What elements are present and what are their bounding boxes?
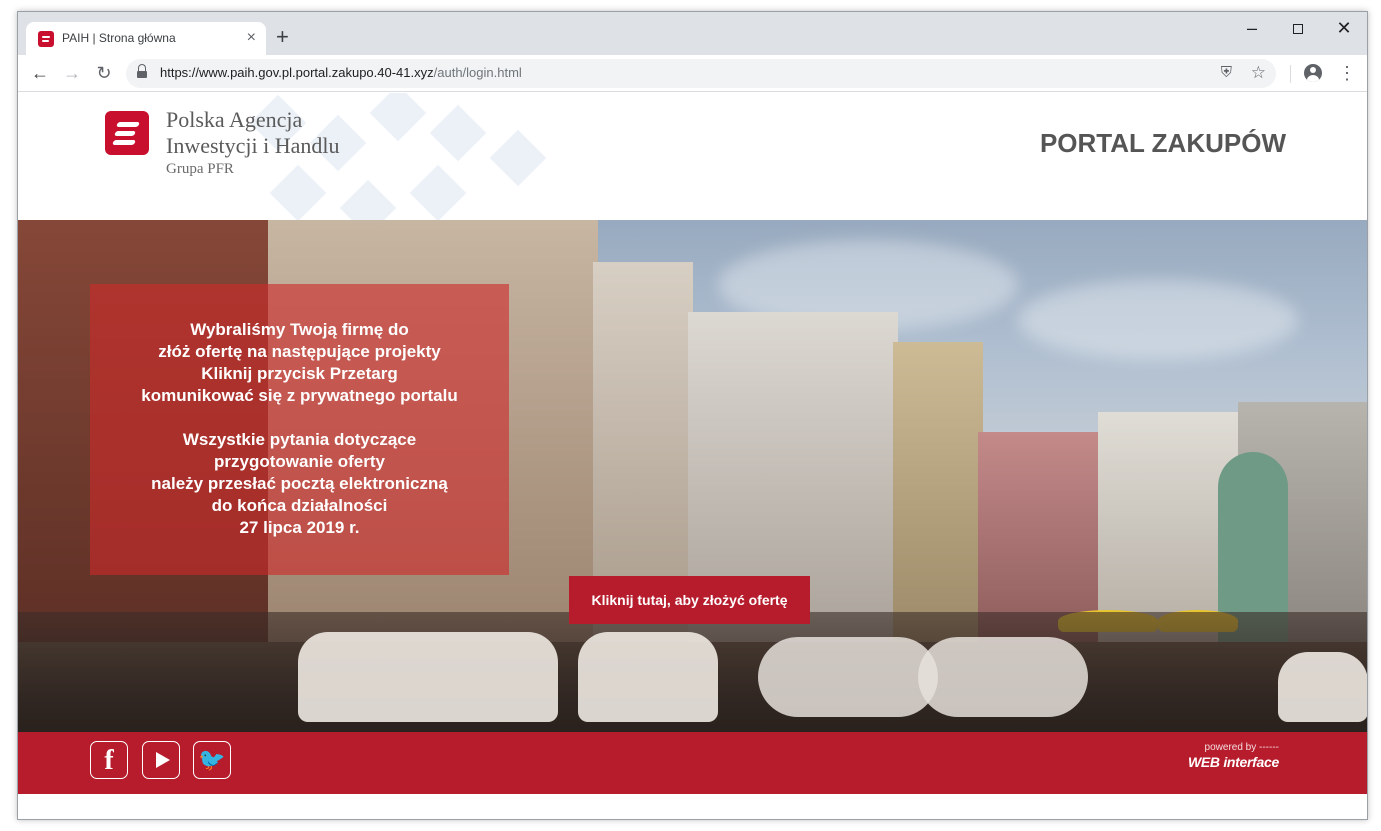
org-group: Grupa PFR (166, 161, 234, 177)
powered-by-label: powered by ------ (1204, 742, 1279, 753)
bookmark-star-icon[interactable]: ☆ (1251, 63, 1266, 83)
org-name-line2: Inwestycji i Handlu (166, 133, 340, 158)
submit-offer-button[interactable]: Kliknij tutaj, aby złożyć ofertę (569, 576, 810, 624)
browser-toolbar: ← → ↻ https://www.paih.gov.pl.portal.zak… (18, 55, 1367, 92)
profile-avatar-icon[interactable] (1304, 64, 1322, 82)
paih-favicon-icon (38, 31, 54, 47)
minimize-button[interactable]: – (1229, 16, 1275, 40)
org-name[interactable]: Polska Agencja Inwestycji i Handlu (166, 107, 340, 159)
url-host: https://www.paih.gov.pl.portal.zakupo.40… (160, 65, 434, 80)
maximize-button[interactable] (1275, 16, 1321, 40)
lock-icon[interactable] (137, 64, 147, 79)
toolbar-divider (1290, 65, 1291, 83)
page-bottom-spacer (18, 794, 1367, 819)
tab-title: PAIH | Strona główna (62, 31, 176, 45)
blocked-content-shield-icon[interactable]: ⛨ (1221, 63, 1232, 83)
url-path: /auth/login.html (433, 65, 522, 80)
page-content: Polska Agencja Inwestycji i Handlu Grupa… (18, 93, 1367, 819)
twitter-icon[interactable]: 🐦 (193, 741, 231, 779)
reload-button[interactable]: ↻ (91, 60, 117, 86)
tab-strip: PAIH | Strona główna × + – ✕ (18, 12, 1367, 55)
paih-logo-icon[interactable] (105, 111, 149, 155)
site-header: Polska Agencja Inwestycji i Handlu Grupa… (18, 93, 1367, 237)
maximize-icon (1293, 24, 1303, 34)
facebook-icon[interactable]: f (90, 741, 128, 779)
org-name-line1: Polska Agencja (166, 107, 303, 132)
address-bar[interactable]: https://www.paih.gov.pl.portal.zakupo.40… (126, 59, 1276, 88)
close-window-button[interactable]: ✕ (1321, 16, 1367, 40)
browser-menu-icon[interactable]: ⋮ (1338, 61, 1356, 85)
back-button[interactable]: ← (27, 60, 53, 86)
site-footer: f 🐦 powered by ------ WEB interface (18, 732, 1367, 794)
url-text[interactable]: https://www.paih.gov.pl.portal.zakupo.40… (160, 65, 522, 80)
hero-message-box: Wybraliśmy Twoją firmę do złóż ofertę na… (90, 284, 509, 575)
browser-tab[interactable]: PAIH | Strona główna × (26, 22, 266, 55)
tab-close-icon[interactable]: × (247, 28, 256, 48)
forward-button[interactable]: → (59, 60, 85, 86)
new-tab-button[interactable]: + (276, 25, 289, 49)
web-interface-logo[interactable]: WEB interface (1188, 754, 1279, 770)
hero-banner: Wybraliśmy Twoją firmę do złóż ofertę na… (18, 220, 1367, 732)
hero-message: Wybraliśmy Twoją firmę do złóż ofertę na… (141, 320, 458, 537)
youtube-icon[interactable] (142, 741, 180, 779)
portal-title: PORTAL ZAKUPÓW (1039, 128, 1286, 158)
browser-window: PAIH | Strona główna × + – ✕ ← → ↻ https… (17, 11, 1368, 820)
